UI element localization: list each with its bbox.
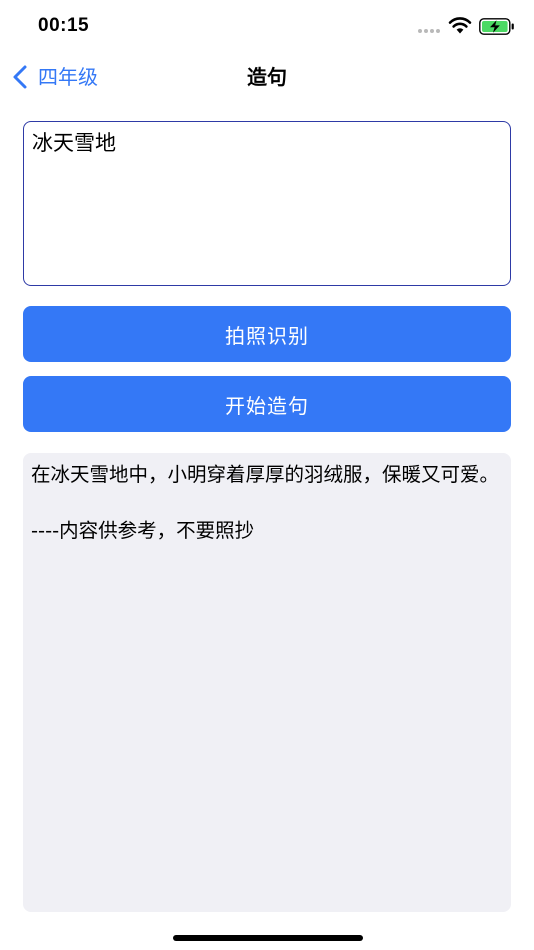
battery-charging-icon xyxy=(479,18,514,35)
screen: 00:15 四年级 造句 冰天雪地 拍照识别 开始造句 在冰天雪地中，小明穿着厚… xyxy=(0,0,534,950)
navigation-bar: 四年级 造句 xyxy=(0,52,534,102)
status-time: 00:15 xyxy=(38,15,90,36)
status-bar: 00:15 xyxy=(0,0,534,52)
result-note: ----内容供参考，不要照抄 xyxy=(31,519,255,542)
start-sentence-button[interactable]: 开始造句 xyxy=(23,376,511,432)
home-indicator[interactable] xyxy=(173,935,363,941)
page-title: 造句 xyxy=(247,65,287,89)
word-input[interactable]: 冰天雪地 xyxy=(23,121,511,286)
cellular-signal-icon xyxy=(418,29,442,35)
result-area: 在冰天雪地中，小明穿着厚厚的羽绒服，保暖又可爱。 ----内容供参考，不要照抄 xyxy=(23,453,511,912)
result-spacer xyxy=(31,489,503,517)
wifi-icon xyxy=(448,17,472,34)
result-sentence: 在冰天雪地中，小明穿着厚厚的羽绒服，保暖又可爱。 xyxy=(31,463,500,486)
photo-recognize-button[interactable]: 拍照识别 xyxy=(23,306,511,362)
